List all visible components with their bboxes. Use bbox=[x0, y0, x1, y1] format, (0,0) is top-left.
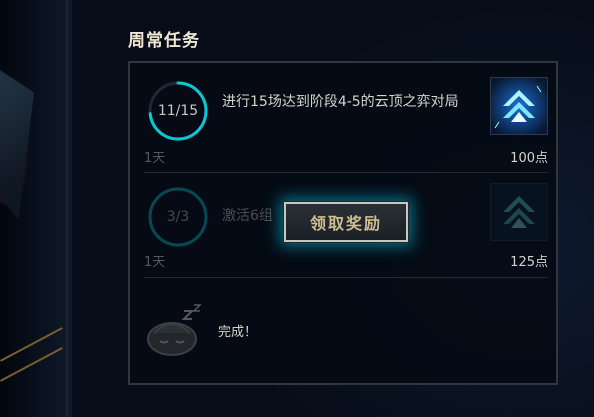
mission-item: 11/15 进行15场达到阶段4-5的云顶之弈对局 1天 100点 bbox=[144, 63, 548, 171]
reward-icon bbox=[490, 183, 548, 241]
left-banner bbox=[0, 0, 72, 417]
time-remaining: 1天 bbox=[144, 255, 166, 270]
mission-description: 进行15场达到阶段4-5的云顶之弈对局 bbox=[222, 94, 459, 110]
reward-points: 125点 bbox=[510, 255, 548, 270]
sleeping-emote-icon bbox=[144, 303, 204, 357]
completed-text: 完成！ bbox=[218, 325, 258, 340]
divider bbox=[144, 277, 548, 278]
progress-count: 11/15 bbox=[157, 103, 199, 119]
section-title: 周常任务 bbox=[128, 31, 200, 51]
chevron-up-icon bbox=[491, 184, 547, 240]
progress-count: 3/3 bbox=[166, 209, 190, 225]
progress-ring: 3/3 bbox=[146, 185, 210, 249]
claim-reward-button[interactable]: 领取奖励 bbox=[283, 201, 409, 243]
missions-panel: 11/15 进行15场达到阶段4-5的云顶之弈对局 1天 100点 3/3 激活… bbox=[128, 61, 558, 385]
time-remaining: 1天 bbox=[144, 151, 166, 166]
reward-points: 100点 bbox=[510, 151, 548, 166]
reward-icon bbox=[490, 77, 548, 135]
progress-ring: 11/15 bbox=[146, 79, 210, 143]
chevron-up-icon bbox=[491, 78, 547, 134]
